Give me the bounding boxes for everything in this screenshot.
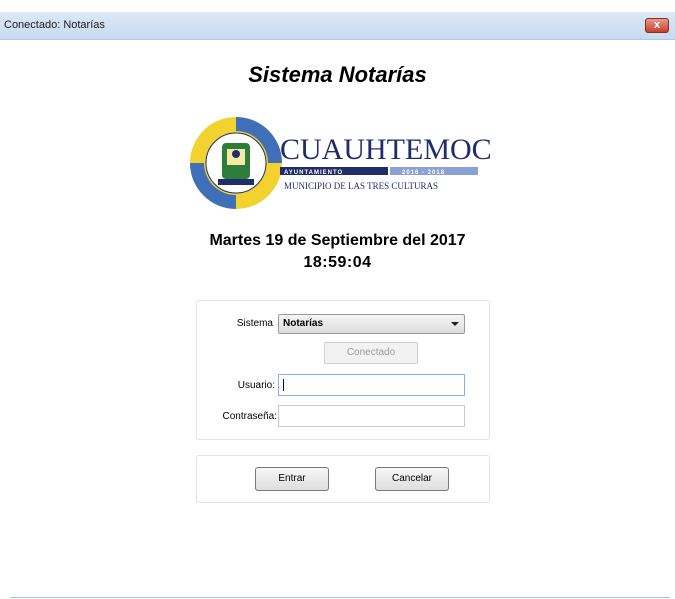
window-title: Conectado: Notarías: [4, 19, 105, 31]
bottom-divider: [10, 597, 670, 598]
cuauhtemoc-logo-graphic: CUAUHTEMOC AYUNTAMIENTO 2016 - 2018 MUNI…: [190, 117, 492, 209]
logo-band-left: AYUNTAMIENTO: [284, 170, 343, 176]
logo-tagline: MUNICIPIO DE LAS TRES CULTURAS: [284, 181, 438, 191]
municipality-logo: CUAUHTEMOC AYUNTAMIENTO 2016 - 2018 MUNI…: [188, 113, 498, 213]
window-titlebar: Conectado: Notarías x: [0, 12, 675, 40]
text-caret: [283, 379, 284, 391]
entrar-button[interactable]: Entrar: [255, 467, 329, 491]
sistema-select-value: Notarías: [283, 318, 324, 329]
current-date: Martes 19 de Septiembre del 2017: [209, 232, 466, 249]
cancelar-button[interactable]: Cancelar: [375, 467, 449, 491]
login-form-panel: Sistema Notarías Conectado Usuario: Cont…: [196, 300, 490, 440]
current-time: 18:59:04: [303, 254, 372, 271]
conectado-button: Conectado: [324, 342, 418, 364]
logo-band-right: 2016 - 2018: [402, 170, 445, 176]
sistema-select[interactable]: Notarías: [278, 314, 465, 334]
sistema-label: Sistema: [236, 318, 273, 329]
entrar-button-label: Entrar: [278, 473, 306, 484]
cancelar-button-label: Cancelar: [391, 473, 433, 484]
logo-name: CUAUHTEMOC: [280, 133, 492, 166]
action-buttons-panel: Entrar Cancelar: [196, 455, 490, 503]
chevron-down-icon: [451, 322, 459, 326]
contrasena-label: Contraseña:: [222, 411, 277, 422]
usuario-input[interactable]: [278, 374, 465, 396]
close-button[interactable]: x: [645, 18, 669, 33]
contrasena-input[interactable]: [278, 405, 465, 427]
usuario-label: Usuario:: [237, 380, 275, 391]
app-title: Sistema Notarías: [248, 62, 427, 87]
